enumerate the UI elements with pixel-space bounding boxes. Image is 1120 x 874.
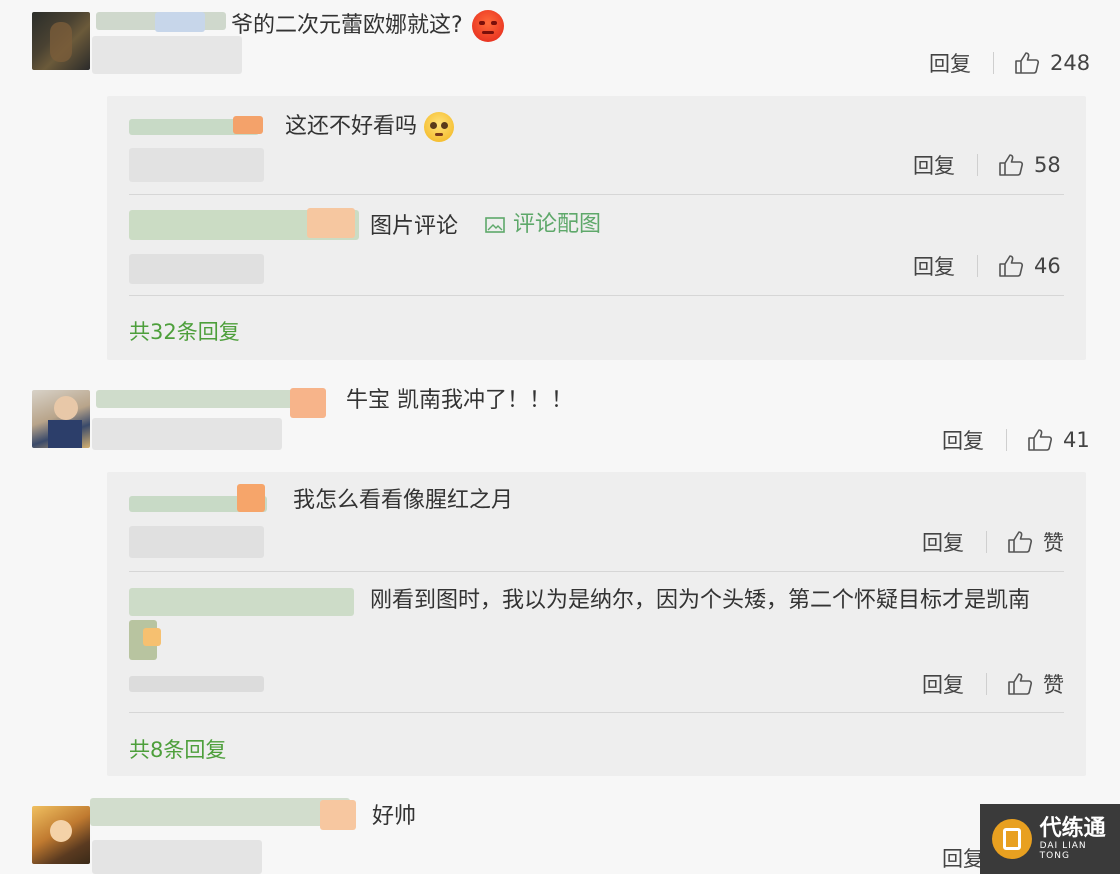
subreply-text: 刚看到图时，我以为是纳尔，因为个头矮，第二个怀疑目标才是凯南 <box>370 588 1031 613</box>
reply-button[interactable]: 回复 <box>922 669 964 699</box>
thread-divider <box>129 571 1064 572</box>
image-icon <box>485 217 505 233</box>
reply-thread: 这还不好看吗 回复 58 图片评论 评论配图 回复 46 共32条回复 <box>107 96 1086 360</box>
thread-divider <box>129 194 1064 195</box>
avatar[interactable] <box>32 12 90 70</box>
avatar[interactable] <box>32 806 90 864</box>
like-button[interactable]: 46 <box>998 254 1061 278</box>
subreply-text: 图片评论 评论配图 <box>370 212 602 239</box>
like-count: 41 <box>1063 428 1090 452</box>
subreply-actions: 回复 赞 <box>922 669 1064 699</box>
like-count: 58 <box>1034 153 1061 177</box>
watermark-title: 代练通 <box>1039 815 1106 841</box>
comment-text: 牛宝 凯南我冲了！！！ <box>346 388 573 413</box>
thread-divider <box>129 295 1064 296</box>
watermark: 代练通 DAI LIAN TONG <box>980 804 1120 874</box>
subreply-text: 这还不好看吗 <box>285 112 455 142</box>
angry-emoji-icon <box>471 10 504 42</box>
thumbs-up-icon <box>999 154 1024 176</box>
divider <box>1006 429 1007 451</box>
comment-actions: 回复 248 <box>929 48 1090 78</box>
comment-text: 爷的二次元蕾欧娜就这? <box>231 10 504 42</box>
divider <box>986 531 987 553</box>
reply-button[interactable]: 回复 <box>942 425 984 455</box>
watermark-subtitle: DAI LIAN TONG <box>1039 841 1087 862</box>
like-button[interactable]: 58 <box>998 153 1061 177</box>
like-button[interactable]: 41 <box>1027 428 1090 452</box>
subreply-actions: 回复 58 <box>913 150 1061 180</box>
divider <box>977 154 978 176</box>
like-count: 248 <box>1050 51 1091 75</box>
avatar[interactable] <box>32 390 90 448</box>
like-button[interactable]: 248 <box>1014 51 1090 75</box>
like-count: 46 <box>1034 254 1061 278</box>
subreply-actions: 回复 46 <box>913 251 1061 281</box>
thumbs-up-icon <box>1008 673 1033 695</box>
thread-divider <box>129 712 1064 713</box>
reply-button[interactable]: 回复 <box>913 251 955 281</box>
comment-image-link[interactable]: 评论配图 <box>485 214 601 236</box>
thumbs-up-icon <box>1028 429 1053 451</box>
thumbs-up-icon <box>1008 531 1033 553</box>
divider <box>977 255 978 277</box>
reply-button[interactable]: 回复 <box>913 150 955 180</box>
like-label: 赞 <box>1043 531 1064 555</box>
more-replies-link[interactable]: 共32条回复 <box>129 316 240 346</box>
divider <box>986 673 987 695</box>
thumbs-up-icon <box>999 255 1024 277</box>
comment-actions: 回复 41 <box>942 425 1090 455</box>
thumbs-up-icon <box>1015 52 1040 74</box>
comment-text: 好帅 <box>372 804 417 829</box>
reply-button[interactable]: 回复 <box>942 843 984 873</box>
subreply-text: 我怎么看看像腥红之月 <box>293 488 514 513</box>
divider <box>993 52 994 74</box>
like-label: 赞 <box>1043 673 1064 697</box>
subreply-actions: 回复 赞 <box>922 527 1064 557</box>
more-replies-link[interactable]: 共8条回复 <box>129 734 226 764</box>
reply-button[interactable]: 回复 <box>929 48 971 78</box>
reply-thread: 我怎么看看像腥红之月 回复 赞 刚看到图时，我以为是纳尔，因为个头矮，第二个怀疑… <box>107 472 1086 776</box>
pleading-emoji-icon <box>424 112 455 142</box>
logo-icon <box>992 819 1032 859</box>
reply-button[interactable]: 回复 <box>922 527 964 557</box>
like-button[interactable]: 赞 <box>1007 669 1064 699</box>
like-button[interactable]: 赞 <box>1007 527 1064 557</box>
